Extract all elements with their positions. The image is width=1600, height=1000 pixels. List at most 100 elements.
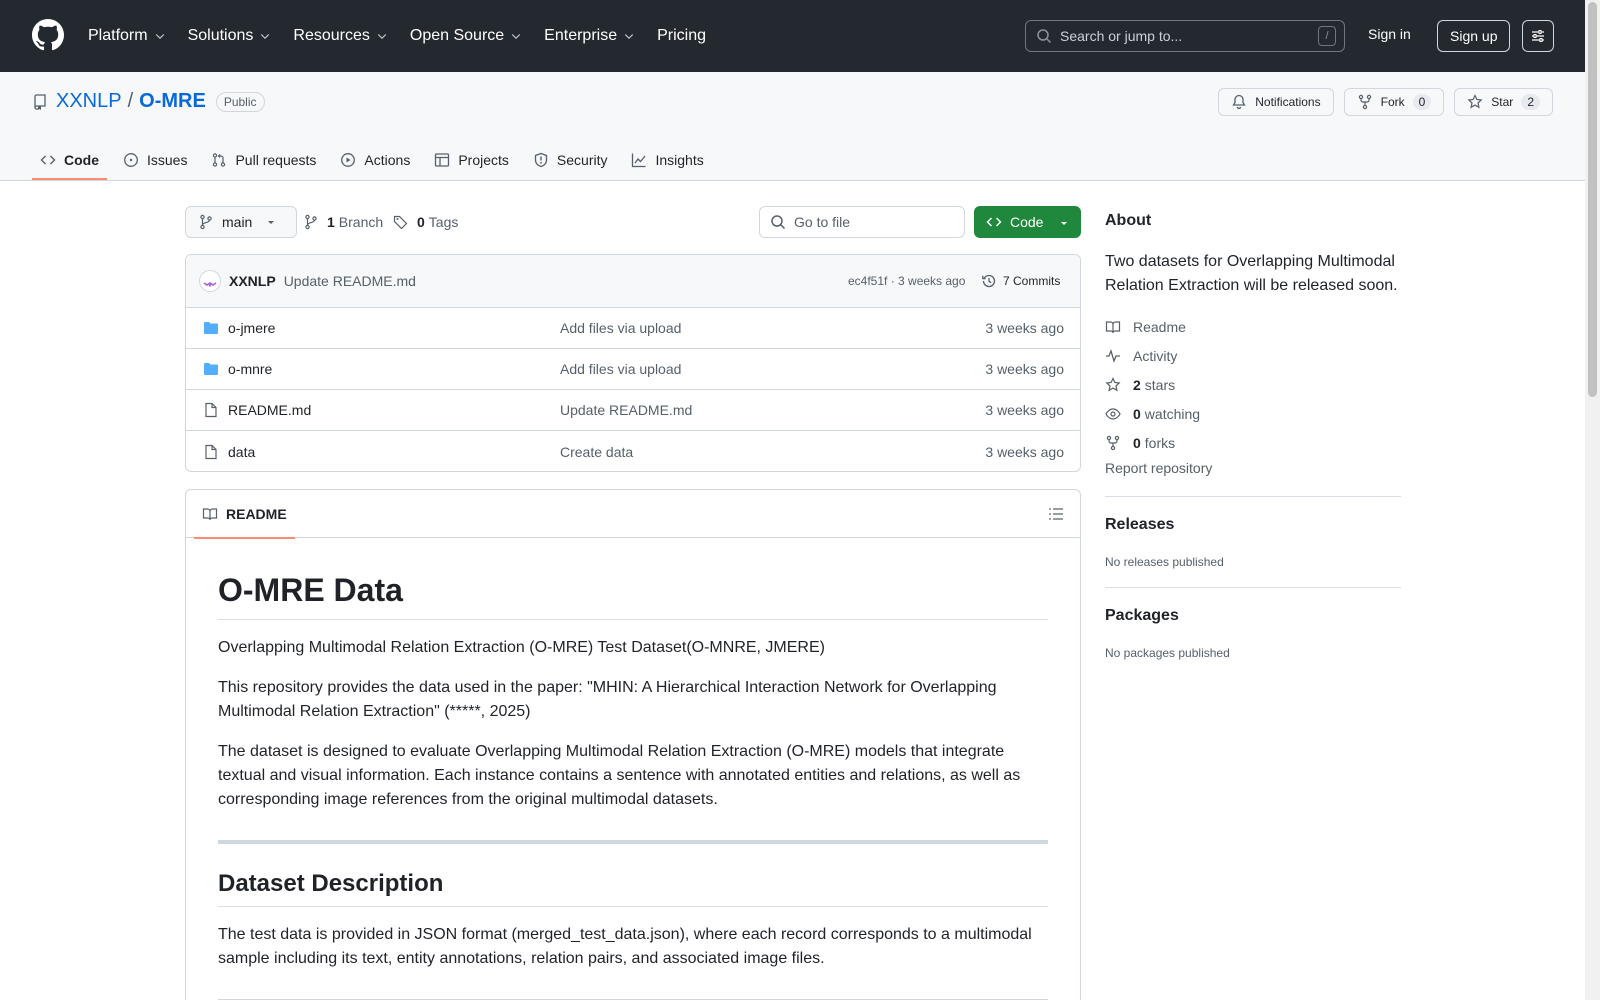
- file-commit-message[interactable]: Create data: [560, 444, 633, 460]
- readme-tab[interactable]: README: [194, 490, 295, 539]
- releases-empty-text: No releases published: [1105, 555, 1224, 569]
- readme-content: O-MRE Data Overlapping Multimodal Relati…: [186, 538, 1080, 1000]
- global-search-input[interactable]: Search or jump to... /: [1025, 20, 1345, 52]
- file-commit-message[interactable]: Add files via upload: [560, 320, 681, 336]
- go-to-file-input[interactable]: Go to file: [759, 206, 965, 238]
- tab-actions[interactable]: Actions: [332, 140, 418, 180]
- avatar[interactable]: [199, 270, 221, 292]
- stars-link[interactable]: 2 stars: [1105, 370, 1200, 399]
- fork-button[interactable]: Fork 0: [1343, 88, 1445, 116]
- file-name-link[interactable]: data: [228, 444, 255, 460]
- repo-name-link[interactable]: O-MRE: [139, 90, 206, 113]
- chevron-down-icon: [261, 34, 270, 40]
- file-row[interactable]: data Create data 3 weeks ago: [186, 431, 1080, 471]
- github-logo-icon[interactable]: [32, 19, 64, 51]
- packages-heading[interactable]: Packages: [1105, 607, 1179, 625]
- nav-label: Enterprise: [544, 27, 618, 44]
- readme-link[interactable]: Readme: [1105, 312, 1200, 341]
- file-commit-date: 3 weeks ago: [985, 320, 1064, 336]
- packages-empty-text: No packages published: [1105, 646, 1230, 660]
- readme-title: O-MRE Data: [218, 538, 1048, 620]
- tab-security[interactable]: Security: [525, 140, 616, 180]
- activity-label: Activity: [1133, 347, 1178, 364]
- file-name-link[interactable]: README.md: [228, 402, 311, 418]
- notifications-button[interactable]: Notifications: [1218, 88, 1334, 116]
- divider: [1105, 587, 1401, 588]
- code-button-label: Code: [1010, 214, 1044, 230]
- branch-select-button[interactable]: main: [185, 206, 298, 238]
- file-row[interactable]: o-jmere Add files via upload 3 weeks ago: [186, 308, 1080, 349]
- book-icon: [202, 508, 218, 521]
- branch-icon: [200, 214, 212, 230]
- scrollbar-thumb[interactable]: [1588, 2, 1597, 397]
- book-icon: [1105, 320, 1121, 333]
- nav-resources[interactable]: Resources: [293, 27, 387, 45]
- code-icon: [40, 155, 56, 165]
- branch-count: 1: [327, 214, 335, 230]
- search-icon: [1037, 29, 1052, 44]
- nav-open-source[interactable]: Open Source: [410, 27, 522, 45]
- commit-hash-time[interactable]: ec4f51f · 3 weeks ago: [848, 274, 965, 288]
- repo-tabs: Code Issues Pull requests Actions Projec…: [32, 140, 720, 180]
- filter-settings-button[interactable]: [1522, 20, 1554, 52]
- page-scrollbar[interactable]: [1585, 0, 1600, 1000]
- sign-up-button[interactable]: Sign up: [1437, 20, 1511, 52]
- tags-link[interactable]: 0 Tags: [393, 206, 458, 238]
- file-commit-date: 3 weeks ago: [985, 443, 1064, 460]
- releases-heading[interactable]: Releases: [1105, 516, 1174, 534]
- tab-projects[interactable]: Projects: [426, 140, 517, 180]
- chevron-down-icon: [155, 34, 164, 40]
- fork-icon: [1358, 94, 1371, 110]
- nav-label: Pricing: [657, 27, 706, 44]
- file-row[interactable]: o-mnre Add files via upload 3 weeks ago: [186, 349, 1080, 390]
- chevron-down-icon: [512, 34, 521, 40]
- readme-paragraph: The test data is provided in JSON format…: [218, 926, 1032, 967]
- latest-commit-bar: XXNLP Update README.md ec4f51f · 3 weeks…: [186, 255, 1080, 308]
- forks-link[interactable]: 0 forks: [1105, 428, 1200, 457]
- branch-label: Branch: [338, 214, 384, 230]
- tab-label: Projects: [458, 152, 509, 168]
- list-icon[interactable]: [1048, 506, 1064, 522]
- file-commit-message[interactable]: Add files via upload: [560, 361, 681, 377]
- nav-solutions[interactable]: Solutions: [188, 27, 272, 45]
- fork-label: Fork: [1380, 95, 1405, 109]
- branch-icon: [305, 214, 317, 230]
- file-row[interactable]: README.md Update README.md 3 weeks ago: [186, 390, 1080, 431]
- commits-link[interactable]: 7 Commits: [981, 273, 1060, 289]
- caret-down-icon: [1061, 222, 1067, 225]
- tab-pull-requests[interactable]: Pull requests: [203, 140, 324, 180]
- activity-link[interactable]: Activity: [1105, 341, 1200, 370]
- visibility-badge: Public: [215, 91, 265, 112]
- readme-tab-label: README: [226, 506, 287, 522]
- repo-owner-link[interactable]: XXNLP: [56, 90, 122, 113]
- star-count: 2: [1521, 94, 1540, 110]
- watching-link[interactable]: 0 watching: [1105, 399, 1200, 428]
- repo-description: Two datasets for Overlapping Multimodal …: [1105, 253, 1398, 294]
- branches-link[interactable]: 1 Branch: [303, 206, 383, 238]
- folder-icon: [204, 322, 218, 334]
- file-name-link[interactable]: o-jmere: [228, 320, 275, 336]
- nav-label: Open Source: [409, 27, 505, 44]
- file-commit-message[interactable]: Update README.md: [560, 402, 692, 418]
- readme-paragraph: This repository provides the data used i…: [218, 679, 997, 720]
- tab-code[interactable]: Code: [32, 140, 107, 180]
- report-repository-link[interactable]: Report repository: [1105, 460, 1212, 476]
- nav-platform[interactable]: Platform: [88, 27, 166, 45]
- nav-enterprise[interactable]: Enterprise: [544, 27, 635, 45]
- sign-in-link[interactable]: Sign in: [1368, 26, 1411, 42]
- file-name-link[interactable]: o-mnre: [228, 361, 272, 377]
- play-icon: [341, 153, 356, 167]
- bell-icon: [1232, 94, 1246, 110]
- commit-author-link[interactable]: XXNLP: [229, 273, 276, 289]
- code-dropdown-button[interactable]: Code: [974, 206, 1081, 238]
- repo-separator: /: [127, 90, 134, 112]
- nav-pricing[interactable]: Pricing: [657, 27, 706, 45]
- file-icon: [205, 402, 217, 418]
- shield-icon: [534, 152, 548, 168]
- tab-issues[interactable]: Issues: [115, 140, 195, 180]
- tab-label: Code: [64, 152, 99, 168]
- star-button[interactable]: Star 2: [1454, 88, 1553, 116]
- commit-message-link[interactable]: Update README.md: [284, 273, 416, 289]
- table-icon: [435, 153, 450, 167]
- tab-insights[interactable]: Insights: [623, 140, 711, 180]
